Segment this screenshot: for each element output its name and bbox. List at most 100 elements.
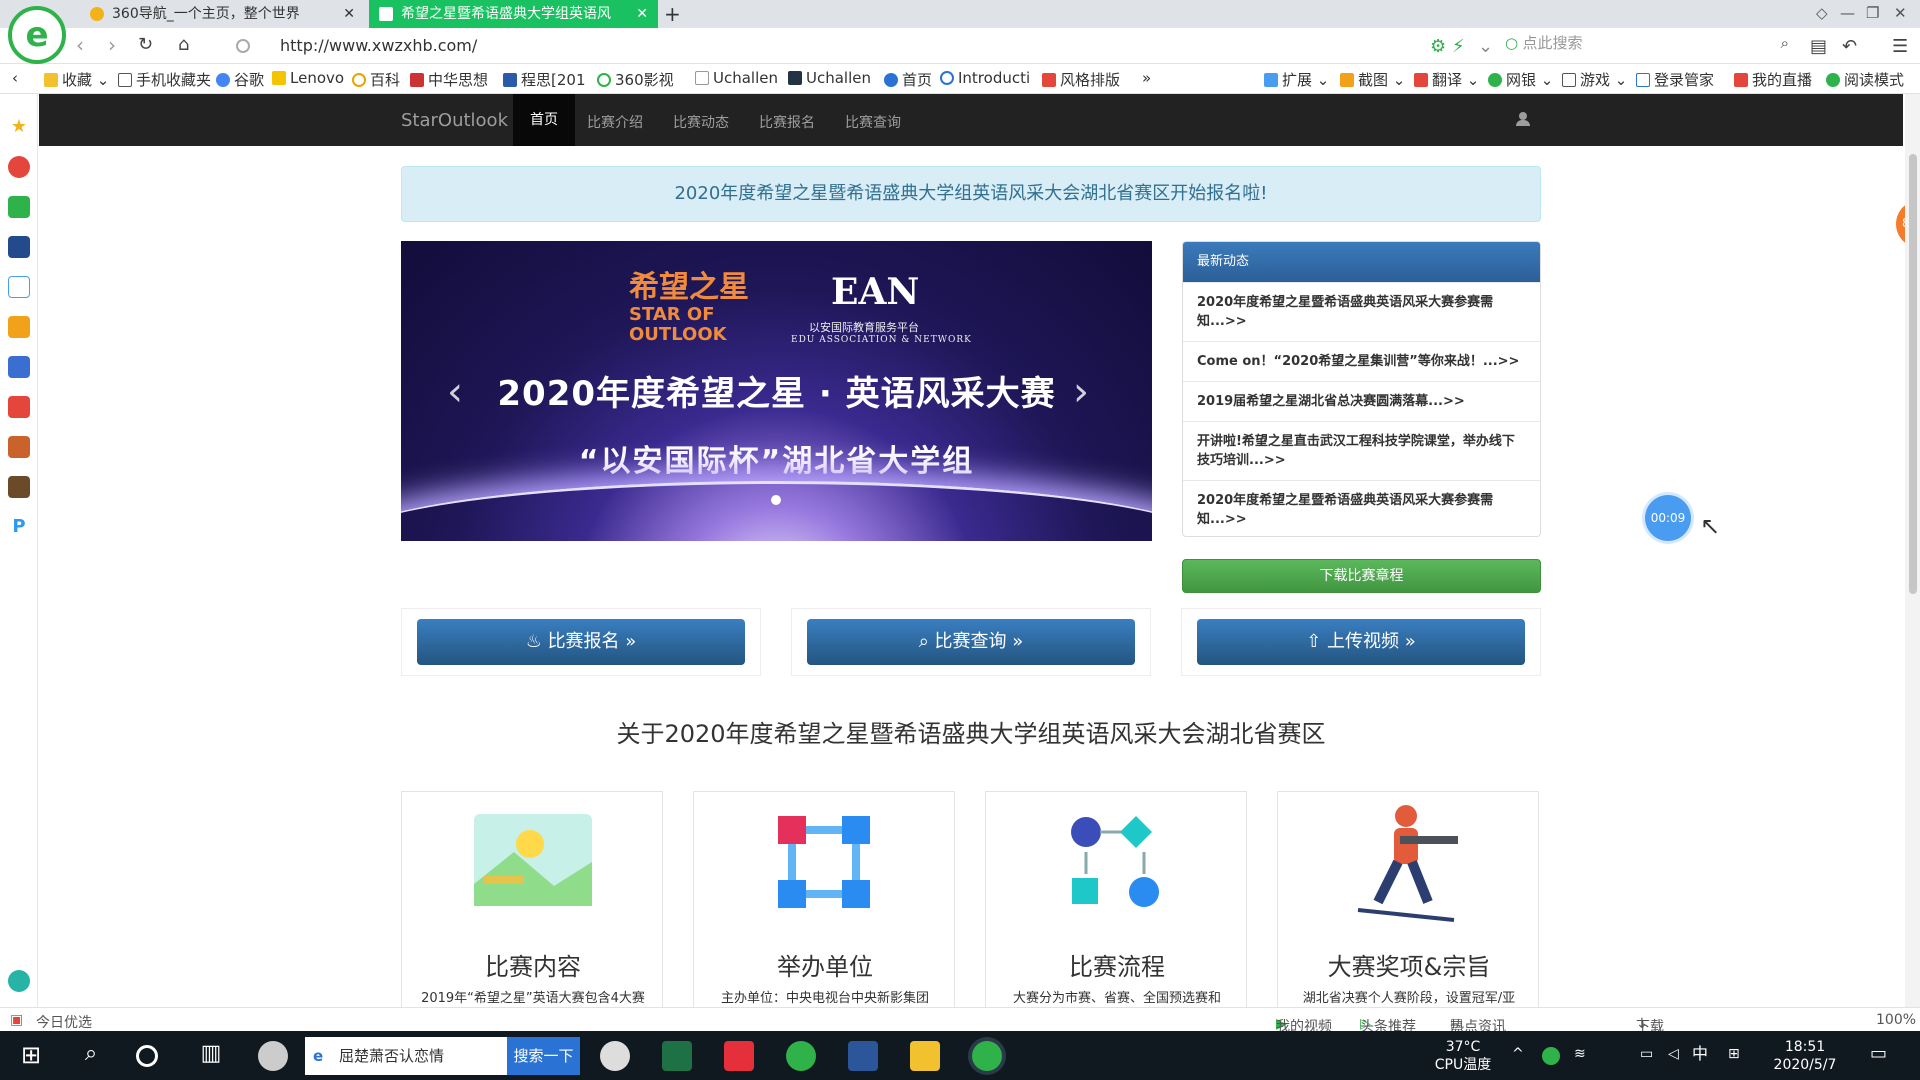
news-item[interactable]: 2020年度希望之星暨希语盛典英语风采大赛参赛需知...>> (1183, 480, 1540, 536)
close-window-button[interactable]: ✕ (1894, 4, 1907, 22)
taskbar-search-field[interactable]: e 屈楚萧否认恋情 (305, 1037, 515, 1075)
tool-live[interactable]: 我的直播 (1734, 69, 1812, 90)
wifi-icon[interactable]: ≋ (1574, 1045, 1586, 1063)
bookmark-baike[interactable]: 百科 (352, 69, 400, 90)
tab-360-nav[interactable]: 360导航_一个主页，整个世界 ✕ (80, 0, 365, 28)
mail-icon[interactable] (8, 196, 30, 218)
taskbar-search-button[interactable]: 搜索一下 (507, 1037, 580, 1075)
card-process[interactable]: 比赛流程 大赛分为市赛、省赛、全国预选赛和 (985, 791, 1247, 1007)
tool-screenshot[interactable]: 截图 ⌄ (1340, 69, 1405, 90)
word-icon[interactable] (848, 1041, 878, 1071)
close-tab-icon[interactable]: ✕ (343, 0, 355, 28)
undo-icon[interactable]: ↶ (1842, 36, 1857, 57)
game-icon[interactable] (8, 356, 30, 378)
tool-reading-mode[interactable]: 阅读模式 (1826, 69, 1904, 90)
query-button[interactable]: ⌕ 比赛查询 » (807, 619, 1135, 665)
tool-extensions[interactable]: 扩展 ⌄ (1264, 69, 1329, 90)
gift-icon[interactable]: ▣ (10, 1012, 23, 1028)
360-tray-icon[interactable] (1542, 1047, 1560, 1065)
search-field[interactable]: ○ 点此搜索 ⌕ (1505, 32, 1795, 60)
bookmark-introduction[interactable]: Introducti (940, 69, 1030, 87)
bookmark-lenovo[interactable]: Lenovo (272, 69, 344, 87)
news-item[interactable]: Come on！“2020希望之星集训营”等你来战！...>> (1183, 341, 1540, 381)
bookmark-favorites[interactable]: 收藏 ⌄ (44, 69, 109, 90)
bookmark-mobile[interactable]: 手机收藏夹 (118, 69, 211, 90)
document-icon[interactable] (8, 276, 30, 298)
tab-active-site[interactable]: 希望之星暨希语盛典大学组英语风 ✕ (369, 0, 658, 28)
wechat-icon[interactable] (786, 1041, 816, 1071)
zoom-level[interactable]: 100% (1876, 1012, 1916, 1028)
bookmark-uchallenge-2[interactable]: Uchallen (788, 69, 871, 87)
youdao-icon[interactable] (724, 1041, 754, 1071)
download-rules-button[interactable]: 下载比赛章程 (1182, 559, 1541, 593)
browser-logo-icon[interactable]: e (8, 6, 66, 64)
keyboard-icon[interactable]: ⊞ (1728, 1045, 1740, 1063)
clock-app-icon[interactable] (600, 1041, 630, 1071)
new-tab-button[interactable]: + (664, 0, 681, 28)
refresh-icon[interactable]: ↻ (138, 34, 153, 55)
tray-expand-icon[interactable]: ^ (1512, 1045, 1524, 1063)
clipboard-icon[interactable]: ▤ (1810, 36, 1827, 57)
bookmark-360video[interactable]: 360影视 (597, 69, 674, 90)
news-item[interactable]: 开讲啦!希望之星直击武汉工程科技学院课堂，举办线下技巧培训...>> (1183, 421, 1540, 480)
back-icon[interactable]: ‹ (76, 33, 84, 57)
recording-timer[interactable]: 00:09 (1645, 495, 1691, 541)
app-icon[interactable] (258, 1041, 288, 1071)
bookmark-google[interactable]: 谷歌 (216, 69, 264, 90)
card-awards[interactable]: 大赛奖项&宗旨 湖北省决赛个人赛阶段，设置冠军/亚 (1277, 791, 1539, 1007)
bookmark-home[interactable]: 首页 (884, 69, 932, 90)
windows-start-icon[interactable]: ⊞ (16, 1041, 46, 1071)
page-scrollbar[interactable] (1905, 94, 1920, 1007)
carousel-next-icon[interactable]: › (1073, 369, 1089, 415)
news-item[interactable]: 2020年度希望之星暨希语盛典英语风采大赛参赛需知...>> (1183, 282, 1540, 341)
bookmark-more[interactable]: » (1142, 69, 1151, 87)
news-item[interactable]: 2019届希望之星湖北省总决赛圆满落幕...>> (1183, 381, 1540, 421)
minimize-button[interactable]: — (1840, 4, 1855, 22)
cortana-icon[interactable] (136, 1045, 158, 1067)
site-info-icon[interactable] (236, 39, 250, 53)
bookmark-style[interactable]: 风格排版 (1042, 69, 1120, 90)
bookmark-uchallenge-1[interactable]: Uchallen (695, 69, 778, 87)
file-explorer-icon[interactable] (910, 1041, 940, 1071)
forward-icon[interactable]: › (108, 33, 116, 57)
upload-video-button[interactable]: ⇧ 上传视频 » (1197, 619, 1525, 665)
battery-icon[interactable]: ▭ (1640, 1045, 1653, 1063)
site-brand[interactable]: StarOutlook (401, 110, 508, 131)
p-icon[interactable]: P (8, 516, 30, 538)
news-icon[interactable] (8, 236, 30, 258)
add-icon[interactable] (8, 970, 30, 992)
accelerate-icon[interactable]: ⚙ (1430, 36, 1446, 57)
search-icon[interactable]: ⌕ (1781, 34, 1789, 52)
task-view-icon[interactable]: ▥ (196, 1041, 226, 1071)
tool-translate[interactable]: 翻译 ⌄ (1414, 69, 1479, 90)
app-icon[interactable] (8, 436, 30, 458)
scrollbar-thumb[interactable] (1909, 154, 1917, 594)
card-organizer[interactable]: 举办单位 主办单位：中央电视台中央新影集团 (693, 791, 955, 1007)
nav-home[interactable]: 首页 (513, 94, 575, 146)
lightning-icon[interactable]: ⚡ (1452, 36, 1465, 57)
today-picks[interactable]: 今日优选 (36, 1012, 92, 1032)
weibo-icon[interactable] (8, 156, 30, 178)
ime-indicator[interactable]: 中 (1692, 1045, 1708, 1063)
menu-icon[interactable]: ☰ (1892, 36, 1908, 57)
carousel-indicator[interactable] (771, 495, 781, 505)
game-icon-2[interactable] (8, 476, 30, 498)
volume-icon[interactable]: ◁ (1668, 1045, 1679, 1063)
star-icon[interactable]: ★ (8, 116, 30, 138)
card-content[interactable]: 比赛内容 2019年“希望之星”英语大赛包含4大赛 (401, 791, 663, 1007)
search-engine-icon[interactable]: ○ (1505, 34, 1518, 52)
tool-games[interactable]: 游戏 ⌄ (1562, 69, 1627, 90)
search-icon[interactable]: ⌕ (76, 1041, 106, 1071)
bookmark-zhonghua[interactable]: 中华思想 (410, 69, 488, 90)
carousel-prev-icon[interactable]: ‹ (447, 369, 463, 415)
sidebar-toggle-icon[interactable]: ‹ (12, 69, 18, 87)
nav-register[interactable]: 比赛报名 (759, 112, 815, 132)
dropdown-icon[interactable]: ⌄ (1478, 36, 1493, 57)
banner-carousel[interactable]: 希望之星 STAR OF OUTLOOK EAN 以安国际教育服务平台 EDU … (401, 241, 1152, 541)
nav-intro[interactable]: 比赛介绍 (587, 112, 643, 132)
url-field[interactable]: http://www.xwzxhb.com/ (230, 32, 1470, 60)
skin-icon[interactable]: ◇ (1816, 4, 1828, 22)
restore-button[interactable]: ❐ (1866, 4, 1879, 22)
tool-bank[interactable]: 网银 ⌄ (1488, 69, 1553, 90)
excel-icon[interactable] (662, 1041, 692, 1071)
